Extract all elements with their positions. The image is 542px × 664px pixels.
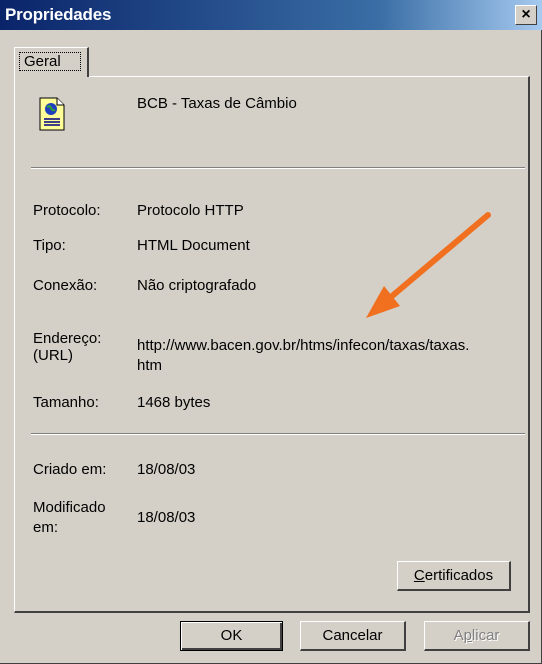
properties-dialog: Propriedades × Geral BCB - Taxas de Câmb… — [0, 0, 542, 664]
tab-geral[interactable]: Geral — [14, 47, 89, 77]
tab-geral-label: Geral — [19, 52, 81, 71]
annotation-arrow-icon — [366, 212, 491, 318]
